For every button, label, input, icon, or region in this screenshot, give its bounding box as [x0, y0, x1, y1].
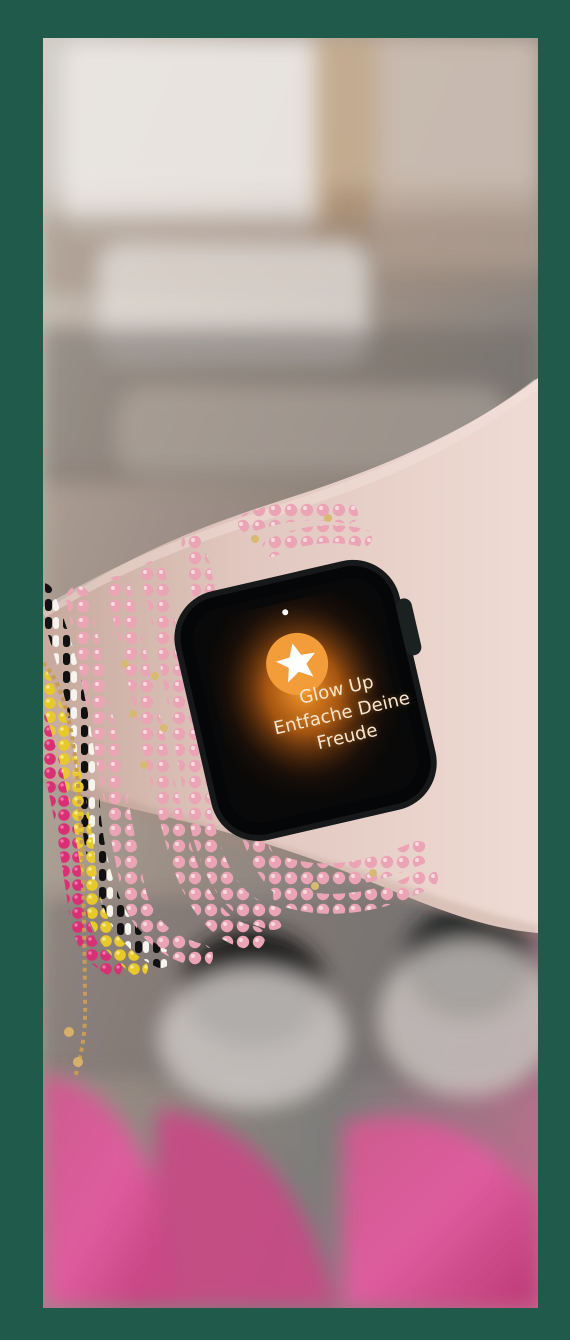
- photo-illustration: [43, 38, 538, 1308]
- lifestyle-photo: Glow Up Entfache Deine Freude: [43, 38, 538, 1308]
- green-frame: Glow Up Entfache Deine Freude: [0, 0, 570, 1340]
